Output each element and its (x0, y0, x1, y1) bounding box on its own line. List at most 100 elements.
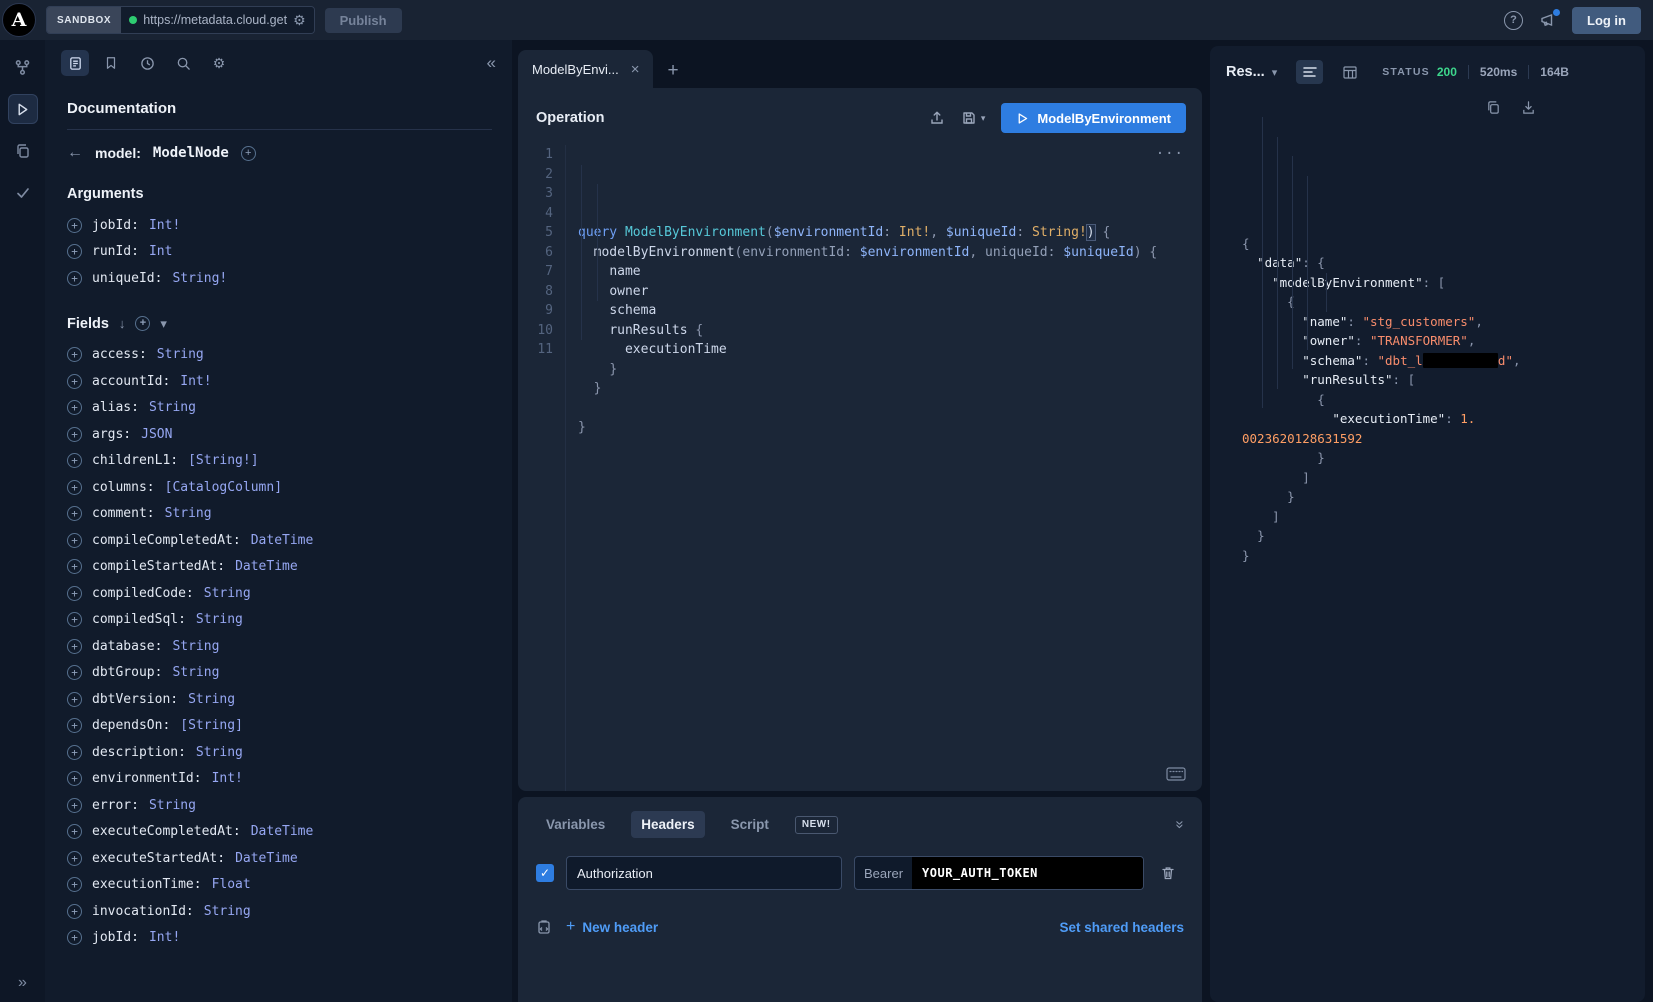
field-type[interactable]: String (172, 665, 219, 680)
add-field-icon[interactable]: + (67, 480, 82, 495)
doc-field-row[interactable]: + dependsOn: [String] (67, 713, 492, 740)
paste-headers-button[interactable] (536, 919, 552, 935)
doc-field-row[interactable]: + compiledSql: String (67, 607, 492, 634)
keyboard-shortcuts-icon[interactable] (1166, 767, 1186, 781)
new-tab-icon[interactable]: + (663, 60, 686, 88)
field-type[interactable]: String (196, 612, 243, 627)
add-field-icon[interactable]: + (67, 718, 82, 733)
add-field-icon[interactable]: + (67, 904, 82, 919)
add-field-icon[interactable]: + (67, 506, 82, 521)
field-name[interactable]: database: (92, 639, 162, 654)
doc-field-row[interactable]: + executionTime: Float (67, 872, 492, 899)
field-name[interactable]: access: (92, 347, 147, 362)
add-field-icon[interactable]: + (67, 612, 82, 627)
field-type[interactable]: String (149, 400, 196, 415)
add-field-icon[interactable]: + (67, 374, 82, 389)
doc-field-row[interactable]: +executeCompletedAt:DateTime (67, 819, 492, 846)
doc-field-row[interactable]: +columns:[CatalogColumn] (67, 474, 492, 501)
add-field-icon[interactable]: + (67, 427, 82, 442)
set-shared-headers-link[interactable]: Set shared headers (1059, 920, 1184, 935)
apollo-logo[interactable]: A (2, 3, 36, 37)
field-type[interactable]: DateTime (251, 824, 314, 839)
field-name[interactable]: executionTime: (92, 877, 202, 892)
field-name[interactable]: args: (92, 427, 131, 442)
docs-tab-button[interactable] (61, 50, 89, 76)
doc-field-row[interactable]: +access:String (67, 342, 492, 369)
field-type[interactable]: [String] (180, 718, 243, 733)
collapse-docs-icon[interactable]: « (487, 53, 496, 73)
search-button[interactable] (169, 50, 197, 76)
tab-script[interactable]: Script (721, 811, 779, 838)
save-operation-button[interactable]: ▾ (961, 110, 986, 126)
doc-field-row[interactable]: +compileCompletedAt:DateTime (67, 527, 492, 554)
operation-tab[interactable]: ModelByEnvi... × (518, 50, 653, 88)
add-field-icon[interactable]: + (67, 798, 82, 813)
field-name[interactable]: jobId: (92, 218, 139, 233)
field-name[interactable]: compiledCode: (92, 586, 194, 601)
field-name[interactable]: childrenL1: (92, 453, 178, 468)
doc-field-row[interactable]: +executeStartedAt:DateTime (67, 845, 492, 872)
add-field-icon[interactable]: + (67, 586, 82, 601)
endpoint-url-field[interactable]: https://metadata.cloud.get ⚙ (121, 7, 313, 33)
field-name[interactable]: dbtGroup: (92, 665, 162, 680)
field-name[interactable]: description: (92, 745, 186, 760)
field-type[interactable]: Float (212, 877, 251, 892)
help-icon[interactable]: ? (1504, 11, 1523, 30)
doc-field-row[interactable]: +invocationId:String (67, 898, 492, 925)
header-enabled-checkbox[interactable]: ✓ (536, 864, 554, 882)
add-field-icon[interactable]: + (67, 877, 82, 892)
nav-explorer-button[interactable] (8, 94, 38, 124)
doc-field-row[interactable]: +accountId:Int! (67, 368, 492, 395)
add-field-icon[interactable]: + (67, 930, 82, 945)
doc-field-row[interactable]: +error:String (67, 792, 492, 819)
add-field-icon[interactable]: + (67, 851, 82, 866)
add-field-icon[interactable]: + (67, 692, 82, 707)
query-code[interactable]: query ModelByEnvironment($environmentId:… (566, 145, 1202, 791)
expand-rail-icon[interactable]: » (0, 974, 45, 992)
field-name[interactable]: dbtVersion: (92, 692, 178, 707)
field-type[interactable]: String (204, 904, 251, 919)
doc-field-row[interactable]: +jobId:Int! (67, 925, 492, 952)
doc-field-row[interactable]: +runId:Int (67, 239, 492, 266)
field-name[interactable]: runId: (92, 244, 139, 259)
endpoint-settings-icon[interactable]: ⚙ (293, 13, 306, 27)
doc-field-row[interactable]: +description:String (67, 739, 492, 766)
doc-field-row[interactable]: +uniqueId:String! (67, 265, 492, 292)
add-field-icon[interactable]: + (67, 271, 82, 286)
query-editor[interactable]: 1234567891011 query ModelByEnvironment($… (518, 143, 1202, 791)
field-name[interactable]: compiledSql: (92, 612, 186, 627)
share-operation-button[interactable] (929, 110, 945, 126)
add-model-icon[interactable]: + (241, 146, 256, 161)
add-all-fields-icon[interactable]: + (135, 316, 150, 331)
field-name[interactable]: executeStartedAt: (92, 851, 225, 866)
field-type[interactable]: String (149, 798, 196, 813)
doc-field-row[interactable]: +compileStartedAt:DateTime (67, 554, 492, 581)
field-name[interactable]: comment: (92, 506, 155, 521)
publish-button[interactable]: Publish (325, 8, 402, 33)
doc-field-row[interactable]: +comment:String (67, 501, 492, 528)
doc-field-row[interactable]: +compiledCode:String (67, 580, 492, 607)
login-button[interactable]: Log in (1572, 7, 1641, 34)
field-type[interactable]: Int (149, 244, 172, 259)
auth-token-input[interactable] (912, 857, 1143, 889)
operation-menu-icon[interactable]: ··· (1156, 145, 1184, 165)
add-field-icon[interactable]: + (67, 347, 82, 362)
doc-field-row[interactable]: +database:String (67, 633, 492, 660)
add-field-icon[interactable]: + (67, 400, 82, 415)
doc-field-row[interactable]: +alias:String (67, 395, 492, 422)
doc-field-row[interactable]: +environmentId:Int! (67, 766, 492, 793)
field-name[interactable]: accountId: (92, 374, 170, 389)
doc-field-row[interactable]: +childrenL1:[String!] (67, 448, 492, 475)
field-name[interactable]: dependsOn: (92, 718, 170, 733)
nav-checks-button[interactable] (8, 178, 38, 208)
response-menu-chevron-icon[interactable]: ▾ (1272, 66, 1278, 79)
add-field-icon[interactable]: + (67, 639, 82, 654)
docs-settings-button[interactable]: ⚙ (205, 50, 233, 76)
bookmarks-tab-button[interactable] (97, 50, 125, 76)
delete-header-button[interactable] (1160, 865, 1176, 881)
model-type-name[interactable]: ModelNode (153, 145, 229, 161)
field-name[interactable]: compileStartedAt: (92, 559, 225, 574)
nav-operations-button[interactable] (8, 136, 38, 166)
doc-field-row[interactable]: +dbtGroup:String (67, 660, 492, 687)
nav-schema-button[interactable] (8, 52, 38, 82)
